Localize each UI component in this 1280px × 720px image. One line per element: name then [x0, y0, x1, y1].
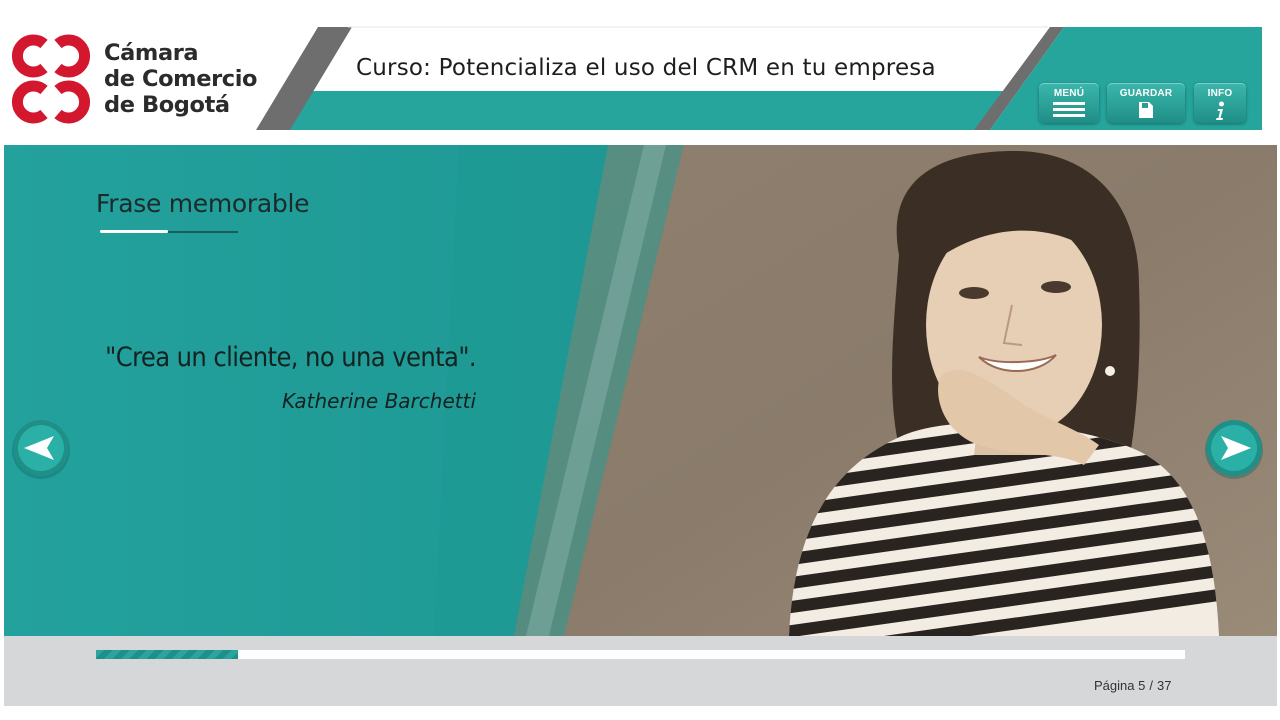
- arrow-left-icon[interactable]: [10, 418, 72, 480]
- progress-bar: [96, 650, 1185, 659]
- quote-author: Katherine Barchetti: [281, 389, 476, 413]
- progress-fill: [96, 650, 238, 659]
- heading-underline-highlight: [100, 230, 168, 233]
- quote-text: "Crea un cliente, no una venta".: [105, 342, 476, 373]
- slide-heading: Frase memorable: [96, 189, 310, 218]
- header: Cámara de Comercio de Bogotá Curso: Pote…: [0, 0, 1280, 140]
- hamburger-icon: [1053, 102, 1085, 117]
- save-button-label: GUARDAR: [1119, 88, 1173, 99]
- footer-bar: Página 5/37: [4, 636, 1277, 706]
- save-button[interactable]: GUARDAR: [1107, 83, 1185, 123]
- menu-button[interactable]: MENÚ: [1039, 83, 1099, 123]
- info-button[interactable]: INFO: [1194, 83, 1246, 123]
- save-icon: [1139, 102, 1153, 118]
- brand-name: Cámara de Comercio de Bogotá: [104, 40, 257, 118]
- heading-underline: [100, 230, 240, 233]
- info-button-label: INFO: [1207, 88, 1233, 99]
- page-indicator: Página 5/37: [1094, 678, 1172, 693]
- arrow-right-icon[interactable]: [1203, 418, 1265, 480]
- slide-content: Frase memorable "Crea un cliente, no una…: [4, 145, 1277, 636]
- heading-underline-track: [168, 231, 238, 233]
- info-icon: [1216, 101, 1224, 120]
- brand-line-3: de Bogotá: [104, 92, 230, 118]
- course-title: Curso: Potencializa el uso del CRM en tu…: [356, 55, 936, 81]
- page-label: Página: [1094, 678, 1135, 693]
- menu-button-label: MENÚ: [1053, 88, 1085, 99]
- brand-line-1: Cámara: [104, 40, 199, 66]
- ccb-logo: [11, 34, 91, 124]
- total-pages: 37: [1156, 678, 1172, 693]
- brand-line-2: de Comercio: [104, 66, 258, 92]
